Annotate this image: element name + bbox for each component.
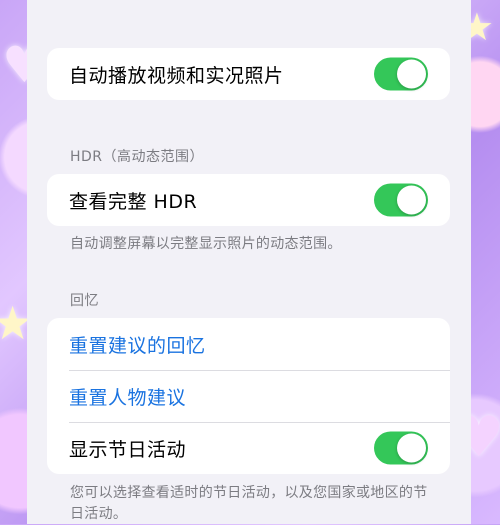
show-holiday-events-toggle[interactable] <box>374 431 428 465</box>
view-full-hdr-toggle[interactable] <box>374 183 428 217</box>
toggle-knob <box>397 433 426 463</box>
toggle-knob <box>397 59 426 89</box>
autoplay-toggle[interactable] <box>374 57 428 91</box>
reset-people-suggestions-row[interactable]: 重置人物建议 <box>47 370 450 422</box>
reset-suggested-memories-row[interactable]: 重置建议的回忆 <box>47 318 450 370</box>
autoplay-label: 自动播放视频和实况照片 <box>69 64 284 87</box>
hdr-section-header: HDR（高动态范围） <box>70 149 205 165</box>
view-full-hdr-label: 查看完整 HDR <box>69 190 198 213</box>
toggle-knob <box>397 185 426 215</box>
memories-section-header: 回忆 <box>70 293 99 309</box>
hdr-section-footer: 自动调整屏幕以完整显示照片的动态范围。 <box>70 236 342 252</box>
show-holiday-events-label: 显示节日活动 <box>69 438 187 461</box>
memories-card: 重置建议的回忆 重置人物建议 显示节日活动 <box>47 318 450 474</box>
view-full-hdr-row: 查看完整 HDR <box>47 174 450 226</box>
reset-suggested-memories-link[interactable]: 重置建议的回忆 <box>69 331 206 358</box>
memories-section-footer: 您可以选择查看适时的节日活动，以及您国家或地区的节日活动。 <box>70 485 428 522</box>
hdr-card: 查看完整 HDR <box>47 174 450 226</box>
autoplay-row: 自动播放视频和实况照片 <box>47 48 450 100</box>
autoplay-card: 自动播放视频和实况照片 <box>47 48 450 100</box>
settings-panel: 自动播放视频和实况照片 HDR（高动态范围） 查看完整 HDR 自动调整屏幕以完… <box>27 0 471 524</box>
reset-people-suggestions-link[interactable]: 重置人物建议 <box>69 383 186 410</box>
show-holiday-events-row: 显示节日活动 <box>47 422 450 474</box>
